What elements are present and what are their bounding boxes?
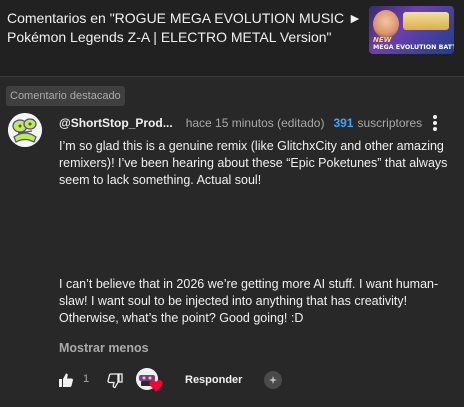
thumbnail-caption-new: NEW	[373, 36, 392, 44]
subscriber-count: 391	[333, 116, 354, 130]
video-title[interactable]: Comentarios en "ROGUE MEGA EVOLUTION MUS…	[7, 9, 362, 47]
thumbnail-logo	[403, 12, 449, 30]
thumbnail-character	[373, 10, 399, 38]
reply-button[interactable]: Responder	[185, 374, 242, 386]
comment-paragraph-1: I’m so glad this is a genuine remix (lik…	[59, 139, 451, 187]
subscriber-label: suscriptores	[357, 116, 423, 130]
kebab-menu-icon[interactable]	[429, 113, 441, 133]
ai-icon[interactable]	[264, 371, 282, 389]
thumbs-down-icon[interactable]	[107, 373, 123, 389]
comment-actions: 1 Responder	[58, 368, 298, 394]
thumbs-up-icon[interactable]	[58, 372, 74, 388]
like-count: 1	[83, 373, 90, 385]
comment-paragraph-2: I can’t believe that in 2026 we’re getti…	[59, 277, 439, 325]
pinned-chip: Comentario destacado	[6, 86, 125, 106]
comment-meta: @ShortStop_Prod... hace 15 minutos (edit…	[59, 115, 422, 131]
comments-header: Comentarios en "ROGUE MEGA EVOLUTION MUS…	[0, 0, 464, 76]
avatar[interactable]	[8, 113, 42, 147]
thumbnail-caption: MEGA EVOLUTION BATTLE!	[373, 44, 454, 51]
show-less-button[interactable]: Mostrar menos	[59, 341, 149, 355]
creator-heart-icon[interactable]	[136, 368, 163, 394]
comment-body: I’m so glad this is a genuine remix (lik…	[59, 138, 453, 189]
comment-time[interactable]: hace 15 minutos (editado)	[186, 116, 325, 130]
comment-author[interactable]: @ShortStop_Prod...	[59, 116, 173, 130]
header-divider	[0, 76, 464, 77]
video-thumbnail[interactable]: NEW MEGA EVOLUTION BATTLE!	[369, 6, 454, 54]
